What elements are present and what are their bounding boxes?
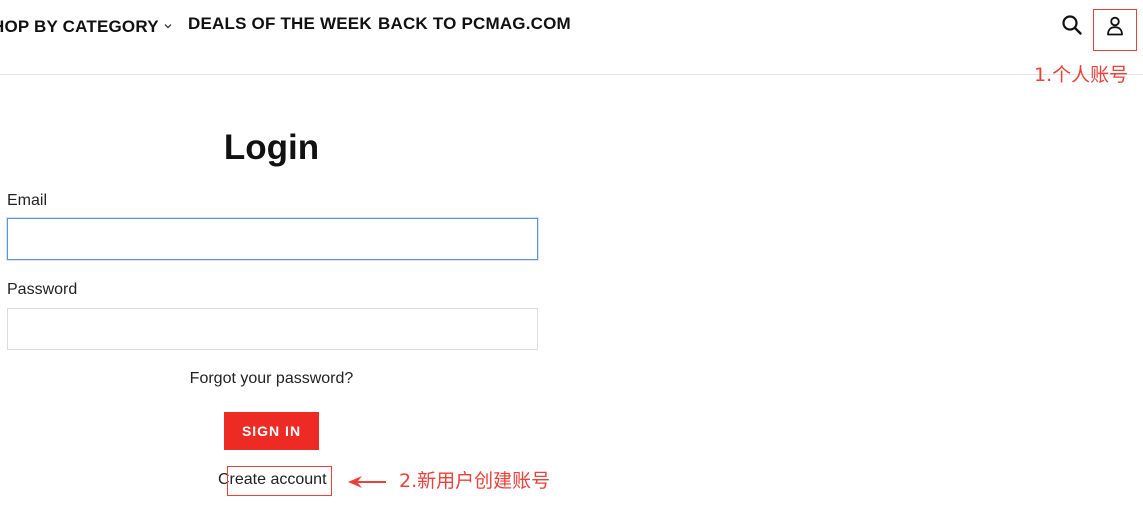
email-label: Email — [7, 192, 48, 209]
user-icon — [1106, 16, 1124, 41]
account-button[interactable] — [1093, 9, 1137, 51]
email-field[interactable] — [7, 218, 538, 260]
forgot-password-link[interactable]: Forgot your password? — [0, 370, 543, 388]
chevron-down-icon — [164, 14, 172, 34]
annotation-personal-account: 1.个人账号 — [1034, 64, 1129, 86]
top-navigation: HOP BY CATEGORY DEALS OF THE WEEK BACK T… — [0, 0, 1143, 75]
annotation-create-account: 2.新用户创建账号 — [399, 470, 551, 492]
password-label: Password — [7, 281, 78, 298]
nav-deals-of-the-week[interactable]: DEALS OF THE WEEK — [188, 14, 372, 34]
page-title: Login — [223, 128, 320, 167]
password-field[interactable] — [7, 308, 538, 350]
search-icon — [1061, 14, 1083, 41]
arrow-left-icon — [346, 474, 388, 495]
nav-shop-by-category-label: HOP BY CATEGORY — [0, 17, 159, 36]
sign-in-button[interactable]: SIGN IN — [224, 412, 319, 450]
nav-shop-by-category[interactable]: HOP BY CATEGORY — [0, 14, 172, 37]
search-button[interactable] — [1059, 14, 1085, 40]
nav-back-to-pcmag[interactable]: BACK TO PCMAG.COM — [378, 14, 571, 34]
annotation-highlight-box — [227, 466, 332, 496]
